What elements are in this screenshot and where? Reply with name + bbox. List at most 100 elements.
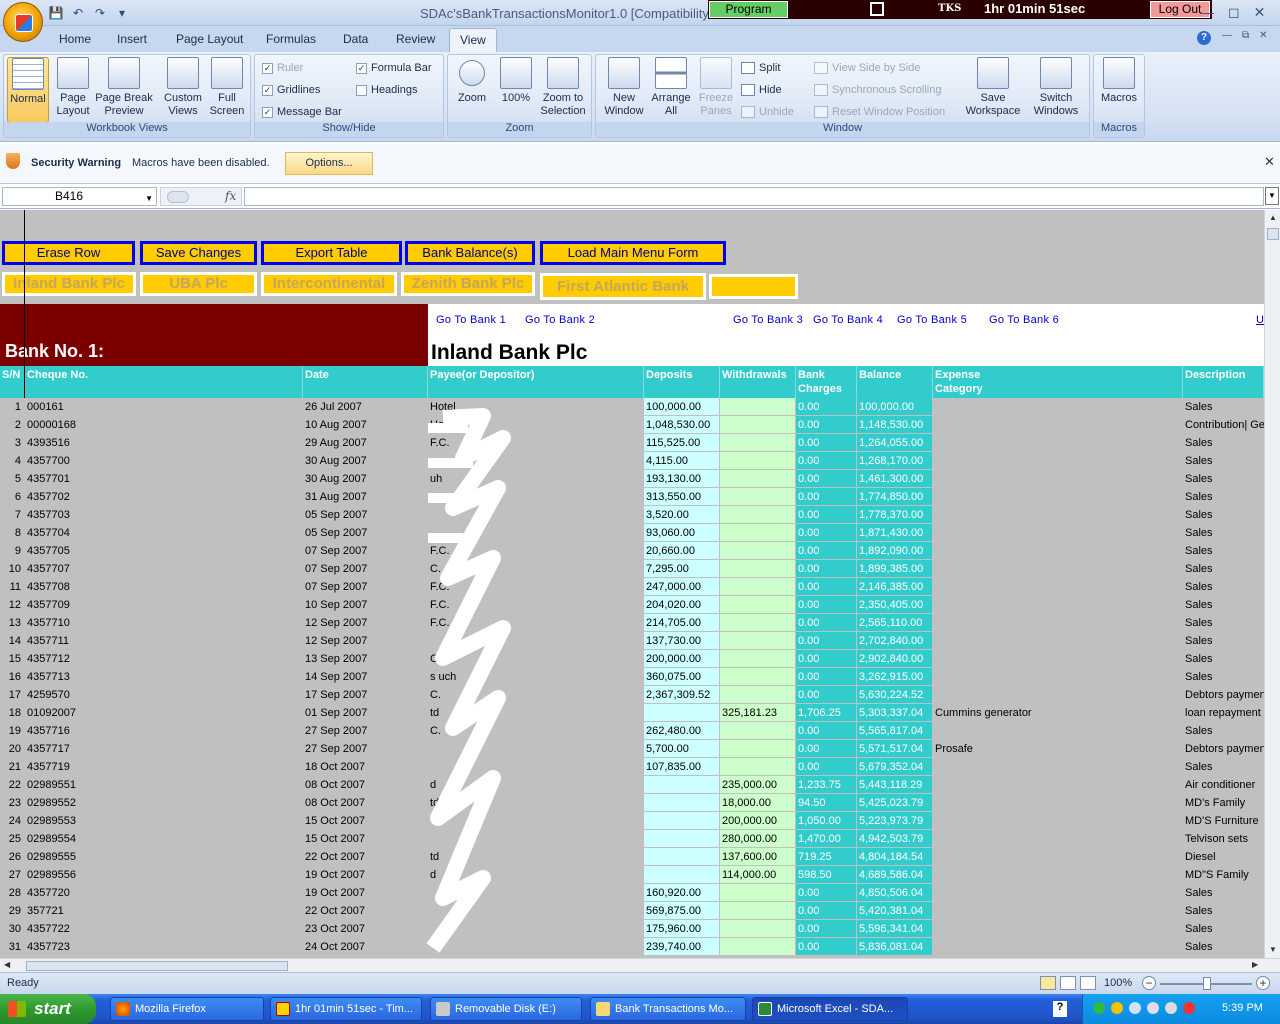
formula-bar-checkbox[interactable]: ✓ Formula Bar: [356, 62, 432, 74]
cell-description[interactable]: Diesel: [1183, 848, 1264, 866]
save-changes-button[interactable]: Save Changes: [140, 241, 257, 265]
cell-balance[interactable]: 1,264,055.00: [857, 434, 932, 452]
cell-date[interactable]: 10 Sep 2007: [303, 596, 427, 614]
cell-deposit[interactable]: 239,740.00: [644, 938, 719, 956]
cell-payee[interactable]: [428, 884, 643, 902]
cell-withdrawal[interactable]: [720, 596, 795, 614]
cell-sn[interactable]: 22: [0, 776, 24, 794]
cell-bank-charges[interactable]: 0.00: [796, 524, 856, 542]
cell-deposit[interactable]: [644, 704, 719, 722]
cell-expense-category[interactable]: [933, 938, 1182, 956]
cell-withdrawal[interactable]: 235,000.00: [720, 776, 795, 794]
cell-description[interactable]: Sales: [1183, 560, 1264, 578]
cell-expense-category[interactable]: [933, 452, 1182, 470]
cell-date[interactable]: 29 Aug 2007: [303, 434, 427, 452]
cell-description[interactable]: Sales: [1183, 632, 1264, 650]
zoom-100-button[interactable]: 100%: [498, 57, 534, 105]
tab-review[interactable]: Review: [396, 32, 435, 46]
table-row[interactable]: 10 4357707 07 Sep 2007 C. 7,295.00 0.00 1,899,…: [0, 560, 1264, 578]
cell-balance[interactable]: 1,778,370.00: [857, 506, 932, 524]
cell-withdrawal[interactable]: [720, 506, 795, 524]
cell-deposit[interactable]: 262,480.00: [644, 722, 719, 740]
table-row[interactable]: 2 00000168 10 Aug 2007 Hotel 1,048,530.00 0.0…: [0, 416, 1264, 434]
cell-cheque[interactable]: 4357713: [25, 668, 302, 686]
cell-expense-category[interactable]: [933, 542, 1182, 560]
cell-description[interactable]: Sales: [1183, 542, 1264, 560]
task-firefox[interactable]: Mozilla Firefox: [110, 997, 264, 1021]
cell-withdrawal[interactable]: [720, 668, 795, 686]
cell-deposit[interactable]: [644, 866, 719, 884]
cell-withdrawal[interactable]: [720, 722, 795, 740]
table-row[interactable]: 4 4357700 30 Aug 2007 4,115.00 0.00 1,268,170…: [0, 452, 1264, 470]
cell-deposit[interactable]: [644, 794, 719, 812]
cell-sn[interactable]: 10: [0, 560, 24, 578]
tab-data[interactable]: Data: [343, 32, 368, 46]
cell-expense-category[interactable]: [933, 902, 1182, 920]
table-row[interactable]: 20 4357717 27 Sep 2007 5,700.00 0.00 5,571,51…: [0, 740, 1264, 758]
table-row[interactable]: 7 4357703 05 Sep 2007 3,520.00 0.00 1,778,370…: [0, 506, 1264, 524]
cell-balance[interactable]: 1,268,170.00: [857, 452, 932, 470]
page-break-preview-button[interactable]: Page Break Preview: [94, 57, 154, 118]
cell-deposit[interactable]: 193,130.00: [644, 470, 719, 488]
cell-withdrawal[interactable]: [720, 920, 795, 938]
cell-date[interactable]: 14 Sep 2007: [303, 668, 427, 686]
cell-date[interactable]: 12 Sep 2007: [303, 632, 427, 650]
cell-sn[interactable]: 27: [0, 866, 24, 884]
cell-date[interactable]: 18 Oct 2007: [303, 758, 427, 776]
table-row[interactable]: 6 4357702 31 Aug 2007 313,550.00 0.00 1,774,8…: [0, 488, 1264, 506]
cell-payee[interactable]: [428, 506, 643, 524]
cell-balance[interactable]: 4,942,503.79: [857, 830, 932, 848]
cell-description[interactable]: Sales: [1183, 398, 1264, 416]
maximize-icon[interactable]: ◻: [1228, 4, 1240, 21]
cell-cheque[interactable]: 4357701: [25, 470, 302, 488]
cell-date[interactable]: 24 Oct 2007: [303, 938, 427, 956]
tab-formulas[interactable]: Formulas: [266, 32, 316, 46]
cell-deposit[interactable]: 5,700.00: [644, 740, 719, 758]
cell-cheque[interactable]: 02989552: [25, 794, 302, 812]
task-bank-transactions[interactable]: Bank Transactions Mo...: [590, 997, 746, 1021]
cell-expense-category[interactable]: [933, 488, 1182, 506]
wb-restore-icon[interactable]: ⧉: [1242, 30, 1249, 41]
cell-bank-charges[interactable]: 1,706.25: [796, 704, 856, 722]
cell-bank-charges[interactable]: 0.00: [796, 578, 856, 596]
cell-date[interactable]: 30 Aug 2007: [303, 470, 427, 488]
zoom-to-selection-button[interactable]: Zoom to Selection: [538, 57, 588, 118]
close-icon[interactable]: ✕: [1264, 154, 1275, 170]
cell-deposit[interactable]: [644, 776, 719, 794]
cell-bank-charges[interactable]: 0.00: [796, 902, 856, 920]
cell-balance[interactable]: 5,571,517.04: [857, 740, 932, 758]
cell-withdrawal[interactable]: [720, 398, 795, 416]
cell-withdrawal[interactable]: [720, 488, 795, 506]
cell-sn[interactable]: 6: [0, 488, 24, 506]
cell-deposit[interactable]: 93,060.00: [644, 524, 719, 542]
cell-expense-category[interactable]: [933, 848, 1182, 866]
scroll-left-icon[interactable]: ◀: [4, 960, 10, 969]
cell-withdrawal[interactable]: 18,000.00: [720, 794, 795, 812]
cell-withdrawal[interactable]: [720, 614, 795, 632]
table-row[interactable]: 8 4357704 05 Sep 2007 93,060.00 0.00 1,871,43…: [0, 524, 1264, 542]
cell-payee[interactable]: td: [428, 794, 643, 812]
cell-cheque[interactable]: 00000168: [25, 416, 302, 434]
cell-payee[interactable]: [428, 488, 643, 506]
cell-cheque[interactable]: 4259570: [25, 686, 302, 704]
task-removable-disk[interactable]: Removable Disk (E:): [430, 997, 582, 1021]
customize-qat-icon[interactable]: ▾: [114, 5, 130, 21]
redo-icon[interactable]: ↷: [92, 5, 108, 21]
cell-date[interactable]: 30 Aug 2007: [303, 452, 427, 470]
table-row[interactable]: 12 4357709 10 Sep 2007 F.C. 204,020.00 0.00 2,…: [0, 596, 1264, 614]
cell-description[interactable]: loan repayment: [1183, 704, 1264, 722]
cell-expense-category[interactable]: [933, 668, 1182, 686]
cell-cheque[interactable]: 000161: [25, 398, 302, 416]
cell-balance[interactable]: 5,836,081.04: [857, 938, 932, 956]
table-row[interactable]: 3 4393516 29 Aug 2007 F.C. 115,525.00 0.00 1,2…: [0, 434, 1264, 452]
bank-button-first-atlantic[interactable]: First Atlantic Bank: [540, 273, 706, 300]
cell-cheque[interactable]: 4357709: [25, 596, 302, 614]
cell-expense-category[interactable]: [933, 416, 1182, 434]
cell-sn[interactable]: 17: [0, 686, 24, 704]
cell-date[interactable]: 27 Sep 2007: [303, 740, 427, 758]
cell-withdrawal[interactable]: [720, 632, 795, 650]
table-row[interactable]: 23 02989552 08 Oct 2007 td 18,000.00 94.50 5,4…: [0, 794, 1264, 812]
bank-button-6[interactable]: [709, 274, 798, 299]
hide-button[interactable]: Hide: [741, 84, 782, 96]
minimize-icon[interactable]: —: [1200, 4, 1214, 21]
